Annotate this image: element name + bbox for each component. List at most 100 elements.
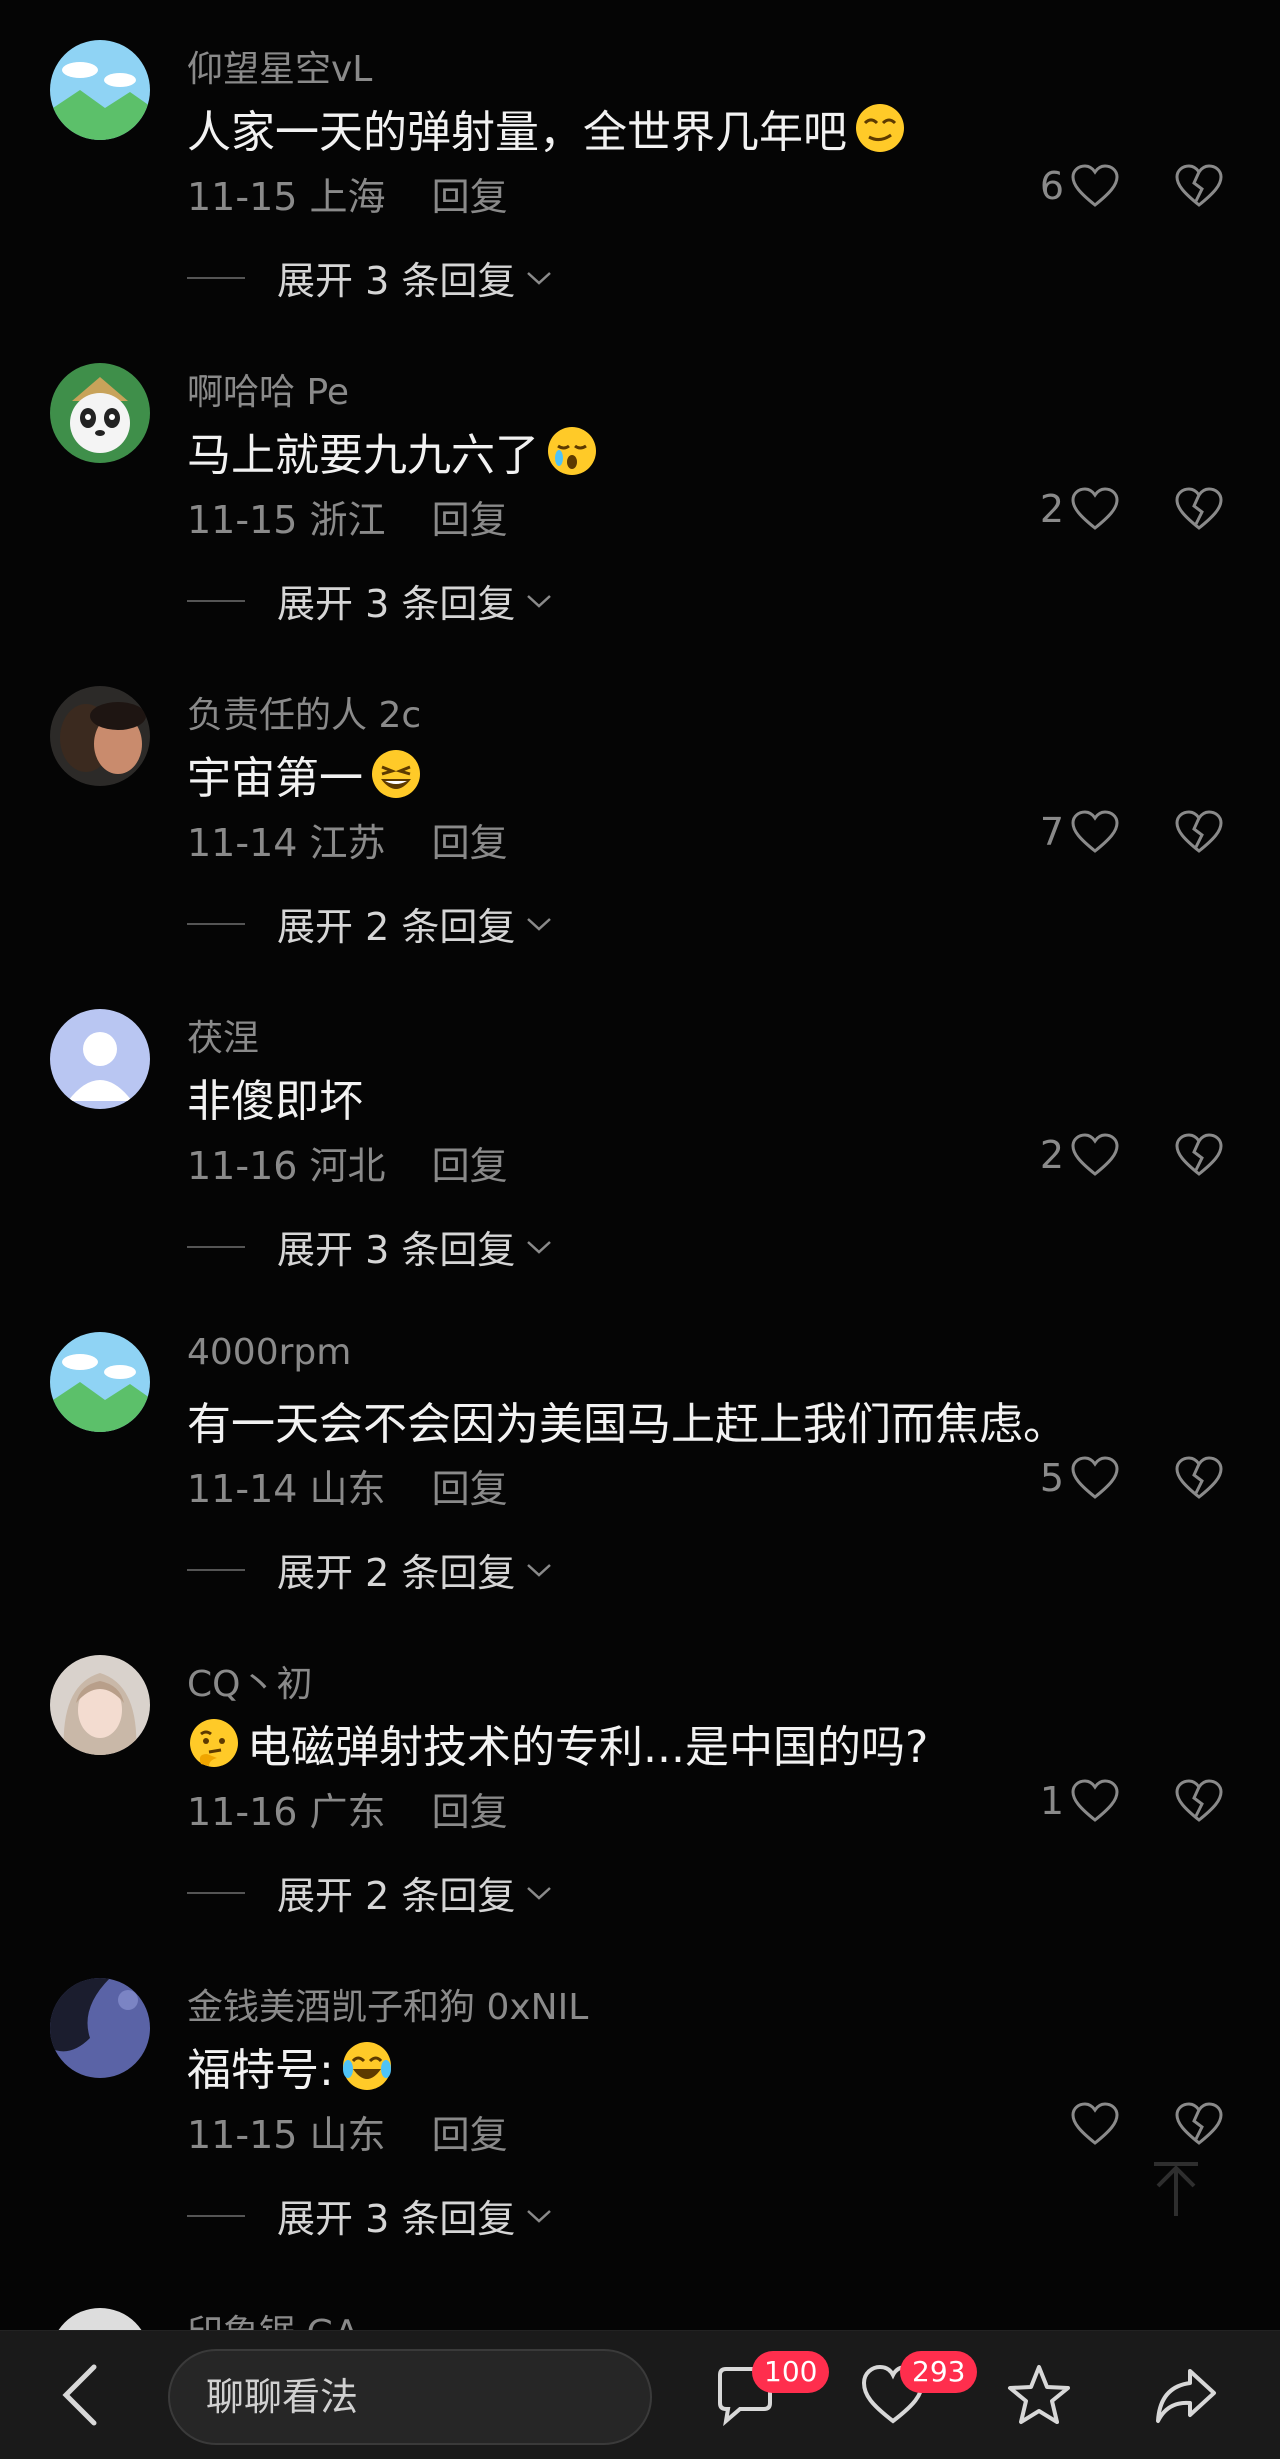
username[interactable]: CQ丶初	[187, 1655, 312, 1707]
divider-dash	[187, 2214, 245, 2217]
expand-replies-button[interactable]: 展开 3 条回复	[187, 573, 553, 628]
reply-button[interactable]: 回复	[432, 1467, 508, 1511]
dislike-button[interactable]	[1174, 2101, 1224, 2147]
comment-text: 宇宙第一	[187, 742, 423, 806]
like-button[interactable]: 6	[1040, 163, 1120, 209]
avatar[interactable]	[50, 1655, 150, 1755]
comment-item: 金钱美酒凯子和狗 0xNIL 福特号: 11-15 山东 回复 展开 3 条回复	[0, 1938, 1280, 2261]
expand-replies-label: 展开 3 条回复	[277, 1228, 516, 1272]
dislike-button[interactable]	[1174, 486, 1224, 532]
avatar[interactable]	[50, 40, 150, 140]
comment-meta: 11-16 河北 回复	[187, 1135, 508, 1190]
bottom-action-bar: 聊聊看法 100 293	[0, 2330, 1280, 2459]
chevron-down-icon	[527, 1240, 552, 1254]
comment-date: 11-16	[187, 1790, 298, 1834]
avatar[interactable]	[50, 1978, 150, 2078]
comment-body: 马上就要九九六了	[187, 430, 539, 481]
comment-text: 人家一天的弹射量，全世界几年吧	[187, 96, 907, 160]
dislike-button[interactable]	[1174, 1778, 1224, 1824]
comment-location: 上海	[309, 175, 386, 219]
reply-button[interactable]: 回复	[432, 175, 508, 219]
comment-meta: 11-16 广东 回复	[187, 1781, 508, 1836]
reply-button[interactable]: 回复	[432, 1790, 508, 1834]
like-count: 7	[1039, 810, 1064, 854]
dislike-button[interactable]	[1174, 1455, 1224, 1501]
chevron-down-icon	[527, 2209, 552, 2223]
divider-dash	[187, 276, 245, 279]
username[interactable]: 茯涅	[187, 1009, 259, 1061]
avatar[interactable]	[50, 1009, 150, 1109]
comment-item: 茯涅 非傻即坏 11-16 河北 回复 2 展开 3 条回复	[0, 969, 1280, 1292]
divider-dash	[187, 1891, 245, 1894]
dislike-button[interactable]	[1174, 163, 1224, 209]
divider-dash	[187, 599, 245, 602]
comment-text: 马上就要九九六了	[187, 419, 599, 483]
comment-location: 山东	[309, 1467, 386, 1511]
dislike-button[interactable]	[1174, 809, 1224, 855]
like-button[interactable]: 2	[1040, 1132, 1120, 1178]
username[interactable]: 印象锯 GA	[187, 2304, 359, 2330]
like-button[interactable]: 7	[1040, 809, 1120, 855]
like-count-badge: 293	[900, 2351, 978, 2393]
expand-replies-label: 展开 3 条回复	[277, 2197, 516, 2241]
avatar[interactable]	[50, 363, 150, 463]
scroll-to-top-button[interactable]	[1148, 2160, 1204, 2220]
reply-button[interactable]: 回复	[432, 1144, 508, 1188]
heart-icon	[1071, 2102, 1119, 2145]
expand-replies-label: 展开 2 条回复	[277, 1551, 516, 1595]
back-button[interactable]	[56, 2361, 106, 2429]
like-button[interactable]: 1	[1040, 1778, 1120, 1824]
avatar[interactable]	[50, 686, 150, 786]
comment-date: 11-14	[187, 821, 298, 865]
arrow-up-icon	[1154, 2162, 1198, 2216]
expand-replies-label: 展开 3 条回复	[277, 582, 516, 626]
dislike-button[interactable]	[1174, 1132, 1224, 1178]
share-button[interactable]	[1150, 2361, 1220, 2431]
heart-icon	[1071, 164, 1119, 207]
expand-replies-button[interactable]: 展开 3 条回复	[187, 1219, 553, 1274]
comment-date: 11-14	[187, 1467, 298, 1511]
like-button[interactable]: 2	[1040, 486, 1120, 532]
username[interactable]: 啊哈哈 Pe	[187, 363, 349, 415]
comment-body: 宇宙第一	[187, 753, 363, 804]
tears-of-joy-emoji-icon	[340, 2039, 394, 2093]
comment-body: 人家一天的弹射量，全世界几年吧	[187, 107, 847, 158]
expand-replies-button[interactable]: 展开 2 条回复	[187, 1865, 553, 1920]
username[interactable]: 4000rpm	[187, 1332, 351, 1373]
expand-replies-button[interactable]: 展开 3 条回复	[187, 250, 553, 305]
reply-button[interactable]: 回复	[432, 821, 508, 865]
like-count: 2	[1039, 1133, 1064, 1177]
heart-icon	[1071, 810, 1119, 853]
comment-item: 负责任的人 2c 宇宙第一 11-14 江苏 回复 7 展开 2 条回复	[0, 646, 1280, 969]
comment-item: 仰望星空vL 人家一天的弹射量，全世界几年吧 11-15 上海 回复 6 展开 …	[0, 0, 1280, 323]
username[interactable]: 仰望星空vL	[187, 40, 372, 92]
chevron-down-icon	[527, 917, 552, 931]
comment-item: CQ丶初 电磁弹射技术的专利...是中国的吗? 11-16 广东 回复 1 展开…	[0, 1615, 1280, 1938]
expand-replies-button[interactable]: 展开 2 条回复	[187, 1542, 553, 1597]
comment-date: 11-15	[187, 498, 298, 542]
username[interactable]: 金钱美酒凯子和狗 0xNIL	[187, 1978, 588, 2030]
heart-icon	[1071, 487, 1119, 530]
avatar[interactable]	[50, 1332, 150, 1432]
reply-button[interactable]: 回复	[432, 2113, 508, 2157]
comment-text: 福特号:	[187, 2034, 394, 2098]
comment-text: 非傻即坏	[187, 1065, 363, 1129]
broken-heart-icon	[1175, 1456, 1223, 1499]
like-button[interactable]	[1064, 2101, 1120, 2147]
like-button[interactable]: 5	[1040, 1455, 1120, 1501]
star-icon	[1008, 2365, 1070, 2424]
comment-date: 11-15	[187, 175, 298, 219]
expand-replies-button[interactable]: 展开 3 条回复	[187, 2188, 553, 2243]
divider-dash	[187, 1568, 245, 1571]
comment-location: 山东	[309, 2113, 386, 2157]
comment-body: 有一天会不会因为美国马上赶上我们而焦虑。	[187, 1399, 1067, 1450]
avatar[interactable]	[50, 2308, 150, 2330]
favorite-button[interactable]	[1004, 2361, 1074, 2431]
divider-dash	[187, 922, 245, 925]
expand-replies-button[interactable]: 展开 2 条回复	[187, 896, 553, 951]
comment-meta: 11-14 山东 回复	[187, 1458, 508, 1513]
reply-button[interactable]: 回复	[432, 498, 508, 542]
username[interactable]: 负责任的人 2c	[187, 686, 421, 738]
comment-item: 啊哈哈 Pe 马上就要九九六了 11-15 浙江 回复 2 展开 3 条回复	[0, 323, 1280, 646]
comment-input[interactable]: 聊聊看法	[168, 2349, 652, 2445]
